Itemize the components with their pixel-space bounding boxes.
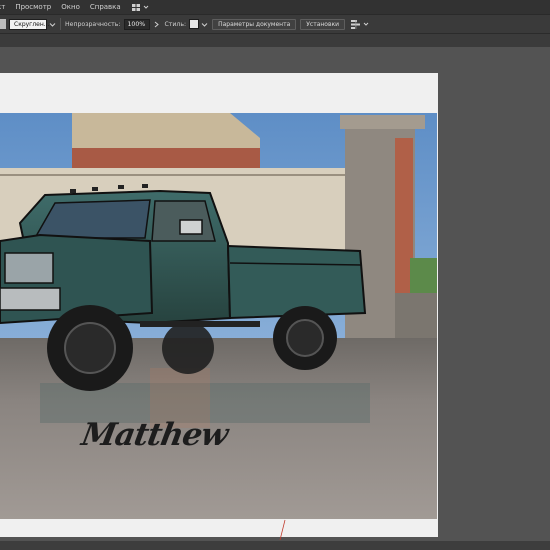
divider — [60, 18, 61, 30]
chevron-down-icon[interactable] — [201, 21, 208, 28]
opacity-label: Непрозрачность: — [65, 20, 121, 28]
placed-image[interactable] — [0, 113, 437, 519]
chevron-down-icon — [363, 22, 369, 26]
graphic-style-swatch[interactable] — [189, 19, 200, 29]
chevron-down-icon[interactable] — [49, 21, 56, 28]
menu-bar: кт Просмотр Окно Справка — [0, 0, 550, 14]
align-icon — [351, 19, 361, 29]
document-setup-button[interactable]: Параметры документа — [212, 18, 297, 30]
opacity-slider-button[interactable] — [152, 19, 160, 29]
chevron-right-icon — [154, 21, 159, 27]
grid-layout-icon — [131, 3, 140, 11]
preferences-button[interactable]: Установки — [300, 18, 346, 30]
menu-item-view[interactable]: Просмотр — [10, 3, 56, 11]
document-tab-strip[interactable] — [0, 34, 550, 47]
arrange-documents-button[interactable] — [131, 3, 149, 11]
align-button[interactable] — [351, 19, 369, 29]
truck-illustration — [0, 113, 437, 519]
menu-item-help[interactable]: Справка — [85, 3, 126, 11]
menu-item-object[interactable]: кт — [0, 3, 10, 11]
control-bar: Скруглен... Непрозрачность: 100% Стиль: … — [0, 14, 550, 34]
horizontal-scrollbar[interactable] — [0, 541, 550, 550]
brush-name: Скруглен... — [14, 20, 50, 28]
opacity-input[interactable]: 100% — [124, 18, 151, 30]
menu-item-window[interactable]: Окно — [56, 3, 85, 11]
stroke-swatch[interactable] — [0, 19, 6, 29]
signature-text[interactable]: Matthew — [79, 417, 230, 453]
style-label: Стиль: — [164, 20, 187, 28]
chevron-down-icon — [143, 5, 149, 9]
brush-definition-select[interactable]: Скруглен... — [9, 18, 50, 30]
